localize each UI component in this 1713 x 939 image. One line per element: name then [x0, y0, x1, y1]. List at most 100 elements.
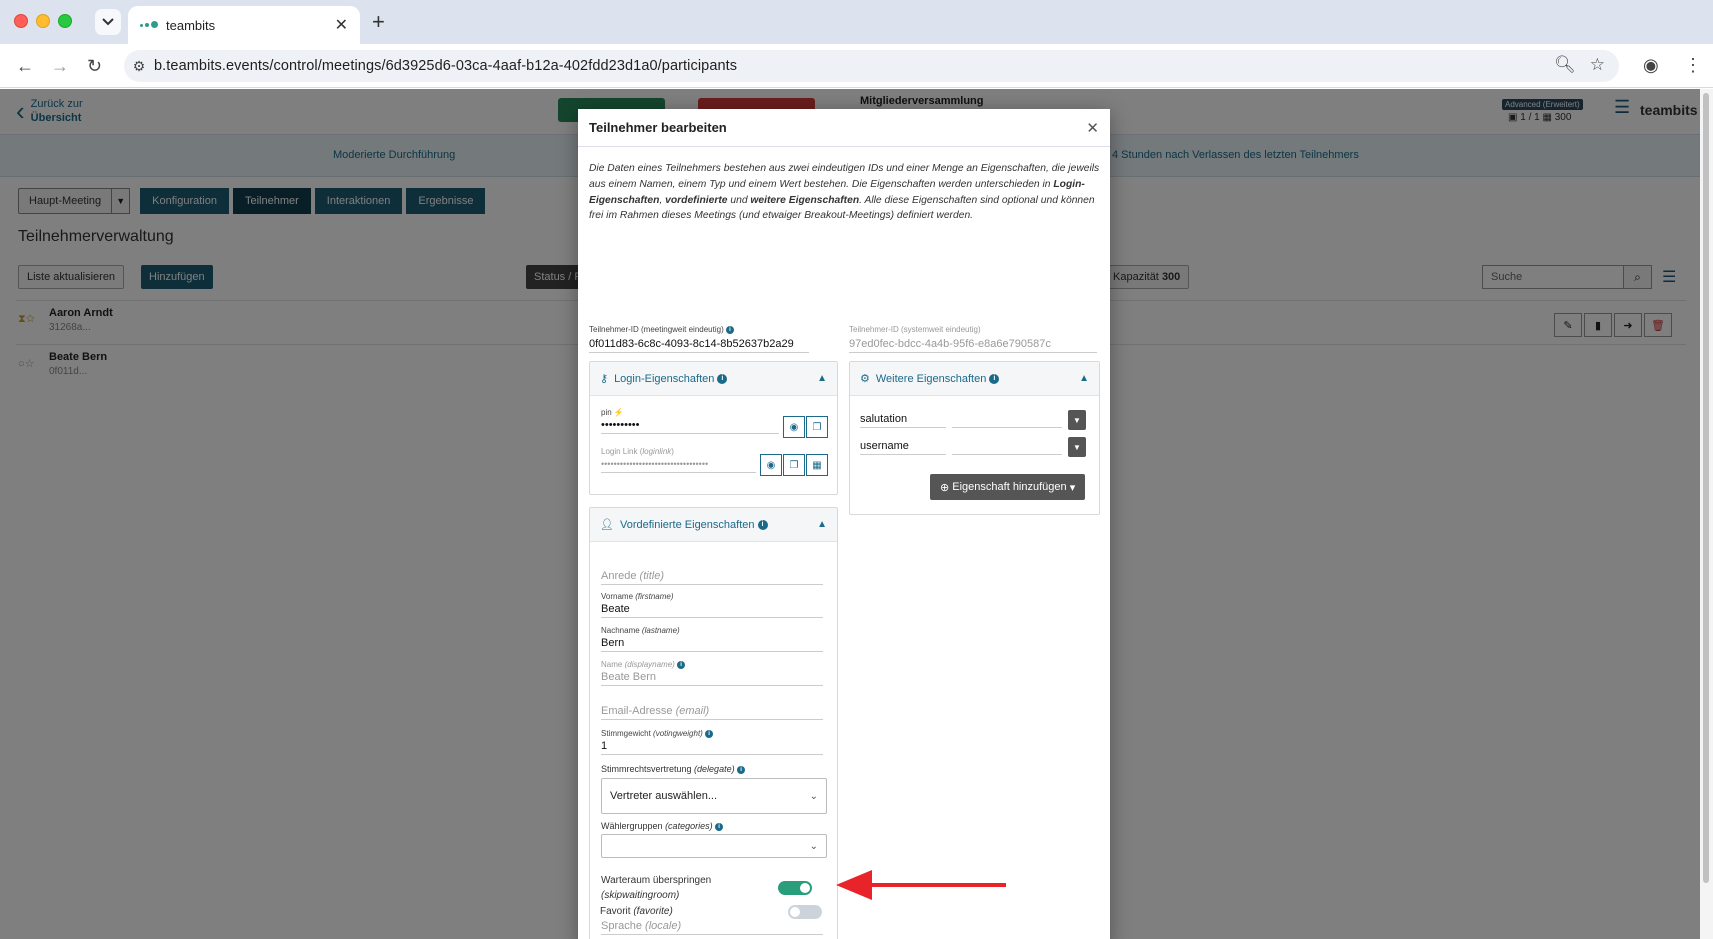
displayname-value: Beate Bern: [601, 671, 657, 683]
window-maximize-button[interactable]: [58, 14, 72, 28]
qr-code-button[interactable]: ▦: [806, 454, 828, 476]
info-icon[interactable]: i: [989, 373, 1000, 384]
further-panel-title: Weitere Eigenschaften: [875, 372, 987, 385]
qr-icon: ▦: [812, 459, 822, 471]
caret-down-icon: ▾: [1066, 481, 1076, 494]
window-minimize-button[interactable]: [36, 14, 50, 28]
copy-link-button[interactable]: ❐: [783, 454, 805, 476]
user-cog-icon: 👤︎: [600, 519, 614, 531]
eye-icon: ◉: [789, 421, 799, 433]
property-row: username ▼: [860, 436, 1086, 458]
property-type-dropdown[interactable]: ▼: [1068, 437, 1086, 457]
property-type-dropdown[interactable]: ▼: [1068, 410, 1086, 430]
browser-tab[interactable]: teambits ✕: [128, 6, 360, 44]
system-id-label: Teilnehmer-ID (systemweit eindeutig): [849, 325, 981, 334]
email-placeholder: Email-Adresse: [601, 705, 673, 717]
collapse-caret-icon[interactable]: ▲: [817, 373, 827, 384]
favorite-label: Favorit (favorite): [600, 906, 673, 917]
info-icon[interactable]: i: [677, 660, 686, 669]
info-icon[interactable]: i: [737, 765, 746, 774]
tab-close-icon[interactable]: ✕: [335, 15, 348, 35]
show-pin-button[interactable]: ◉: [783, 416, 805, 438]
predefined-properties-panel: 👤︎ Vordefinierte Eigenschaften i ▲ Anred…: [589, 507, 838, 939]
back-arrow-icon[interactable]: ←: [16, 56, 34, 76]
address-bar[interactable]: ⚙ b.teambits.events/control/meetings/6d3…: [124, 50, 1619, 82]
forward-arrow-icon[interactable]: →: [51, 56, 69, 76]
title-field[interactable]: Anrede (title): [601, 568, 823, 585]
login-link-field[interactable]: Login Link (loginlink) •••••••••••••••••…: [601, 447, 756, 473]
pin-label: pin ⚡: [601, 408, 779, 417]
firstname-field[interactable]: Vorname (firstname) Beate: [601, 592, 823, 618]
skipwaitingroom-label: Warteraum überspringen (skipwaitingroom): [601, 873, 711, 903]
info-icon[interactable]: i: [757, 519, 768, 530]
reload-icon[interactable]: ↻: [87, 56, 102, 76]
further-panel-header[interactable]: ⚙ Weitere Eigenschaften i ▲: [850, 362, 1099, 396]
locale-field[interactable]: Sprache (locale): [601, 918, 823, 935]
title-placeholder: Anrede: [601, 570, 637, 582]
displayname-key: (displayname): [624, 660, 675, 669]
collapse-caret-icon[interactable]: ▲: [1079, 373, 1089, 384]
email-key: (email): [675, 705, 710, 717]
edit-participant-modal: Teilnehmer bearbeiten ✕ Die Daten eines …: [578, 109, 1110, 939]
locale-placeholder: Sprache: [601, 920, 642, 932]
key-icon: ⚷: [600, 373, 609, 385]
new-tab-button[interactable]: +: [372, 9, 385, 35]
votingweight-field[interactable]: Stimmgewicht (votingweight) i 1: [601, 729, 823, 755]
login-link-label-text: Login Link: [601, 447, 638, 456]
info-icon[interactable]: i: [717, 373, 728, 384]
page: ‹ Zurück zur Übersicht Mitgliederversamm…: [0, 89, 1700, 939]
tab-search-button[interactable]: [95, 9, 121, 35]
zoom-icon[interactable]: 🔍︎: [1554, 55, 1576, 75]
site-settings-icon[interactable]: ⚙: [124, 58, 154, 75]
add-property-label: Eigenschaft hinzufügen: [952, 481, 1067, 493]
chevron-down-icon: [102, 18, 114, 26]
copy-pin-button[interactable]: ❐: [806, 416, 828, 438]
property-value-input[interactable]: [952, 412, 1062, 428]
modal-title: Teilnehmer bearbeiten: [589, 120, 727, 135]
info-icon[interactable]: i: [705, 729, 714, 738]
browser-tab-strip: teambits ✕ +: [0, 0, 1713, 44]
firstname-value: Beate: [601, 603, 630, 615]
predefined-panel-header[interactable]: 👤︎ Vordefinierte Eigenschaften i ▲: [590, 508, 837, 542]
property-name[interactable]: salutation: [860, 413, 946, 428]
favorite-toggle[interactable]: [788, 905, 822, 919]
info-icon[interactable]: i: [715, 822, 724, 831]
delegate-select[interactable]: Vertreter auswählen... ⌄: [601, 778, 827, 814]
close-icon[interactable]: ✕: [1086, 119, 1099, 137]
chevron-down-icon: ⌄: [809, 840, 818, 852]
add-property-button[interactable]: ⊕ Eigenschaft hinzufügen ▾: [930, 474, 1086, 500]
page-scrollbar[interactable]: [1700, 89, 1713, 939]
login-panel-header[interactable]: ⚷ Login-Eigenschaften i ▲: [590, 362, 837, 396]
login-link-value: ••••••••••••••••••••••••••••••••••: [601, 459, 709, 469]
collapse-caret-icon[interactable]: ▲: [817, 519, 827, 530]
login-properties-panel: ⚷ Login-Eigenschaften i ▲ pin ⚡ ••••••••…: [589, 361, 838, 495]
property-name[interactable]: username: [860, 440, 946, 455]
scrollbar-thumb[interactable]: [1703, 93, 1709, 883]
profile-icon[interactable]: ◉: [1643, 55, 1659, 76]
email-field[interactable]: Email-Adresse (email): [601, 703, 823, 720]
lastname-label: Nachname: [601, 626, 640, 635]
votingweight-key: (votingweight): [653, 729, 703, 738]
meeting-id-field[interactable]: 0f011d83-6c8c-4093-8c14-8b52637b2a29: [589, 338, 809, 353]
skipwaitingroom-toggle[interactable]: [778, 881, 812, 895]
further-properties-panel: ⚙ Weitere Eigenschaften i ▲ salutation ▼…: [849, 361, 1100, 515]
displayname-field[interactable]: Name (displayname) i Beate Bern: [601, 660, 823, 686]
categories-select[interactable]: ⌄: [601, 834, 827, 858]
modal-header: Teilnehmer bearbeiten ✕: [578, 109, 1110, 147]
property-value-input[interactable]: [952, 439, 1062, 455]
copy-icon: ❐: [789, 459, 799, 471]
info-icon[interactable]: i: [725, 325, 734, 334]
categories-key: (categories): [665, 821, 713, 831]
pin-field[interactable]: pin ⚡ ••••••••••: [601, 408, 779, 434]
bookmark-star-icon[interactable]: ☆: [1590, 55, 1605, 75]
lastname-field[interactable]: Nachname (lastname) Bern: [601, 626, 823, 652]
magic-icon: ⚡: [613, 408, 624, 417]
intro-text: und: [727, 194, 751, 206]
browser-menu-icon[interactable]: ⋮: [1684, 55, 1702, 76]
tab-title: teambits: [166, 17, 216, 33]
window-close-button[interactable]: [14, 14, 28, 28]
pin-value: ••••••••••: [601, 419, 640, 431]
show-link-button[interactable]: ◉: [760, 454, 782, 476]
firstname-label: Vorname: [601, 592, 634, 601]
predefined-panel-title: Vordefinierte Eigenschaften: [619, 518, 755, 531]
